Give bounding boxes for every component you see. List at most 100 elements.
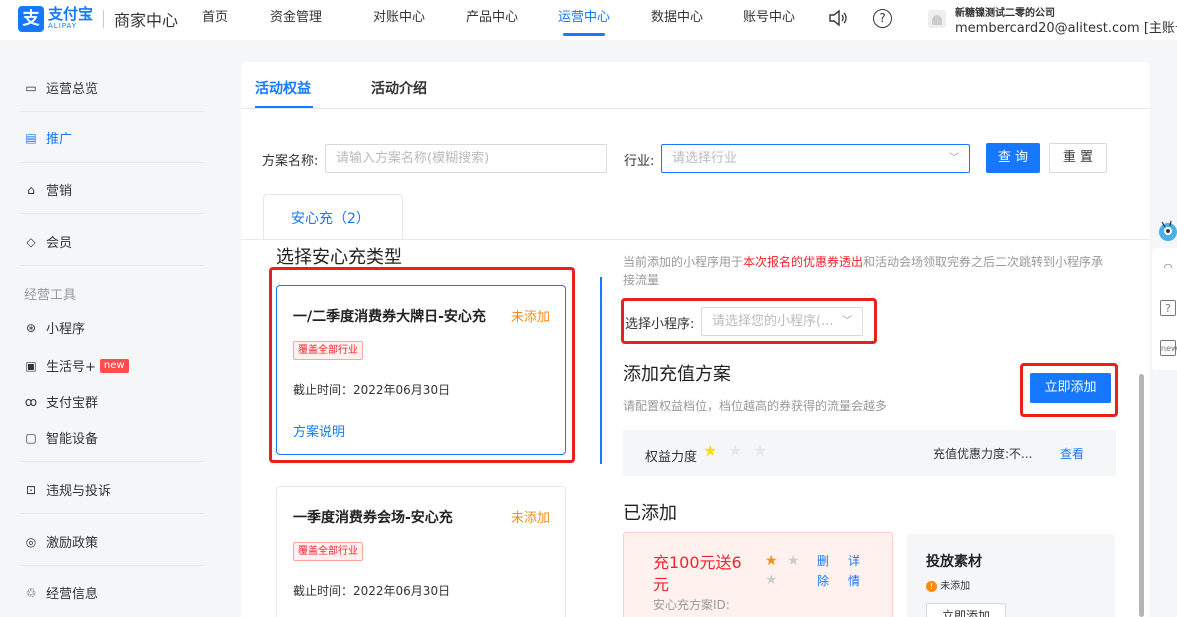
speaker-icon[interactable] <box>828 9 848 31</box>
star-filled-icon: ★ <box>765 553 778 569</box>
material-status: ! 未添加 <box>926 577 970 592</box>
scrollbar[interactable] <box>1139 374 1144 617</box>
sidebar-item-incentive[interactable]: ◎ 激励政策 <box>24 532 98 552</box>
sidebar-group-label: 经营工具 <box>24 288 77 303</box>
nav-data[interactable]: 数据中心 <box>651 0 703 40</box>
sidebar-divider <box>20 461 204 462</box>
material-status-text: 未添加 <box>940 581 971 592</box>
marketing-icon: ⌂ <box>27 182 35 197</box>
main-panel: 活动权益 活动介绍 方案名称: 请输入方案名称(模糊搜索) 行业: 请选择行业 … <box>241 62 1150 617</box>
logo-divider <box>103 10 105 28</box>
sidebar-item-label: 会员 <box>46 236 73 251</box>
nav-products[interactable]: 产品中心 <box>466 0 518 40</box>
detail-link[interactable]: 详 <box>848 552 860 569</box>
new-badge: new <box>99 358 129 373</box>
sidebar-item-devices[interactable]: ▢ 智能设备 <box>24 428 99 448</box>
plan-name-line: 充100元送6 <box>653 553 742 572</box>
sidebar-item-business-info[interactable]: ♲ 经营信息 <box>24 583 98 603</box>
nav-funds[interactable]: 资金管理 <box>270 0 322 40</box>
alipay-logo[interactable]: 支 支付宝 ALIPAY 商家中心 <box>18 6 178 32</box>
sidebar-divider <box>20 513 204 514</box>
highlight-box <box>621 298 877 344</box>
plan-card[interactable]: 一季度消费券会场-安心充 未添加 覆盖全部行业 截止时间：2022年06月30日 <box>276 486 566 617</box>
overview-icon: ▭ <box>25 80 37 95</box>
star-empty-icon: ★ <box>787 553 800 569</box>
reset-button[interactable]: 重 置 <box>1049 143 1107 173</box>
add-plan-title: 添加充值方案 <box>623 364 731 385</box>
query-button[interactable]: 查 询 <box>986 143 1040 173</box>
select-type-title: 选择安心充类型 <box>276 247 402 268</box>
sidebar-item-complaints[interactable]: ⊡ 违规与投诉 <box>24 480 111 500</box>
warning-icon: ! <box>926 581 937 592</box>
nav-account[interactable]: 账号中心 <box>743 0 795 40</box>
info-icon: ♲ <box>25 585 37 600</box>
sidebar-divider <box>20 111 204 112</box>
industry-select[interactable]: 请选择行业 ﹀ <box>661 144 970 173</box>
sidebar-item-label: 营销 <box>46 184 73 199</box>
rights-row: 权益力度 ★ ★ ★ 充值优惠力度:不... 查看 <box>623 430 1116 476</box>
nav-home[interactable]: 首页 <box>202 0 228 40</box>
tab-anxinchong[interactable]: 安心充（2） <box>291 208 370 228</box>
new-feature-icon[interactable]: new <box>1160 340 1177 356</box>
detail-link[interactable]: 情 <box>848 572 860 589</box>
mini-program-icon: ⊛ <box>25 320 37 335</box>
sidebar-item-label: 支付宝群 <box>46 396 99 411</box>
sidebar-divider <box>20 213 204 214</box>
card-title: 一季度消费券会场-安心充 <box>293 510 453 526</box>
star-empty-icon: ★ <box>753 441 768 460</box>
plan-name-label: 方案名称: <box>262 154 319 169</box>
nav-reconciliation[interactable]: 对账中心 <box>373 0 425 40</box>
group-icon: ꝏ <box>24 394 38 409</box>
sidebar-item-mini-program[interactable]: ⊛ 小程序 <box>24 318 86 338</box>
app-title: 商家中心 <box>114 11 179 30</box>
material-card: 投放素材 ! 未添加 立即添加 <box>907 534 1115 617</box>
tab-activity-intro[interactable]: 活动介绍 <box>371 78 427 98</box>
highlight-box <box>1020 363 1118 417</box>
chevron-down-icon: ﹀ <box>949 153 959 164</box>
alipay-logo-icon: 支 <box>18 6 44 32</box>
material-title: 投放素材 <box>926 554 982 570</box>
life-icon: ▣ <box>25 358 37 373</box>
sidebar-divider <box>20 162 204 163</box>
sidebar-divider <box>20 265 204 266</box>
plan-id-label: 安心充方案ID: <box>653 598 730 612</box>
card-status: 未添加 <box>510 511 550 526</box>
tab-divider <box>241 108 1150 109</box>
help-icon[interactable]: ? <box>873 9 892 28</box>
sidebar-item-member[interactable]: ◇ 会员 <box>24 232 73 252</box>
material-add-button[interactable]: 立即添加 <box>926 603 1006 617</box>
sidebar-item-label: 智能设备 <box>46 432 99 447</box>
mascot-icon[interactable] <box>1154 218 1177 252</box>
discount-text: 充值优惠力度:不... <box>933 447 1033 461</box>
tab-activity-rights[interactable]: 活动权益 <box>255 78 311 98</box>
view-link[interactable]: 查看 <box>1060 445 1084 462</box>
card-deadline: 截止时间：2022年06月30日 <box>293 584 451 598</box>
sidebar-item-life[interactable]: ▣ 生活号+ new <box>24 356 129 375</box>
plan-name-line: 元 <box>653 575 670 594</box>
sidebar-item-overview[interactable]: ▭ 运营总览 <box>24 78 98 98</box>
sidebar-divider <box>20 565 204 566</box>
highlight-box <box>269 267 575 463</box>
floating-toolbar: ◠ ? new <box>1152 248 1177 370</box>
rights-label: 权益力度 <box>645 450 698 465</box>
delete-link[interactable]: 除 <box>817 572 829 589</box>
member-icon: ◇ <box>26 234 36 249</box>
plan-name-input[interactable]: 请输入方案名称(模糊搜索) <box>325 144 607 173</box>
desc-text: 当前添加的小程序用于 <box>623 255 744 269</box>
sidebar-item-alipay-group[interactable]: ꝏ 支付宝群 <box>24 392 99 412</box>
sidebar-item-label: 推广 <box>46 132 73 147</box>
sidebar-item-label: 小程序 <box>46 322 86 337</box>
delete-link[interactable]: 删 <box>817 552 829 569</box>
avatar[interactable] <box>928 10 946 28</box>
added-title: 已添加 <box>623 503 677 524</box>
industry-label: 行业: <box>624 154 655 169</box>
sidebar-item-promotion[interactable]: ▤ 推广 <box>24 128 73 148</box>
headset-icon[interactable]: ◠ <box>1160 260 1176 276</box>
star-empty-icon: ★ <box>728 441 743 460</box>
account-email[interactable]: membercard20@alitest.com [主账号] <box>955 17 1177 36</box>
sidebar-item-marketing[interactable]: ⌂ 营销 <box>24 180 73 200</box>
complaint-icon: ⊡ <box>25 482 37 497</box>
question-icon[interactable]: ? <box>1160 300 1176 316</box>
incentive-icon: ◎ <box>25 534 37 549</box>
top-bar: 支 支付宝 ALIPAY 商家中心 首页 资金管理 对账中心 产品中心 运营中心… <box>0 0 1177 40</box>
